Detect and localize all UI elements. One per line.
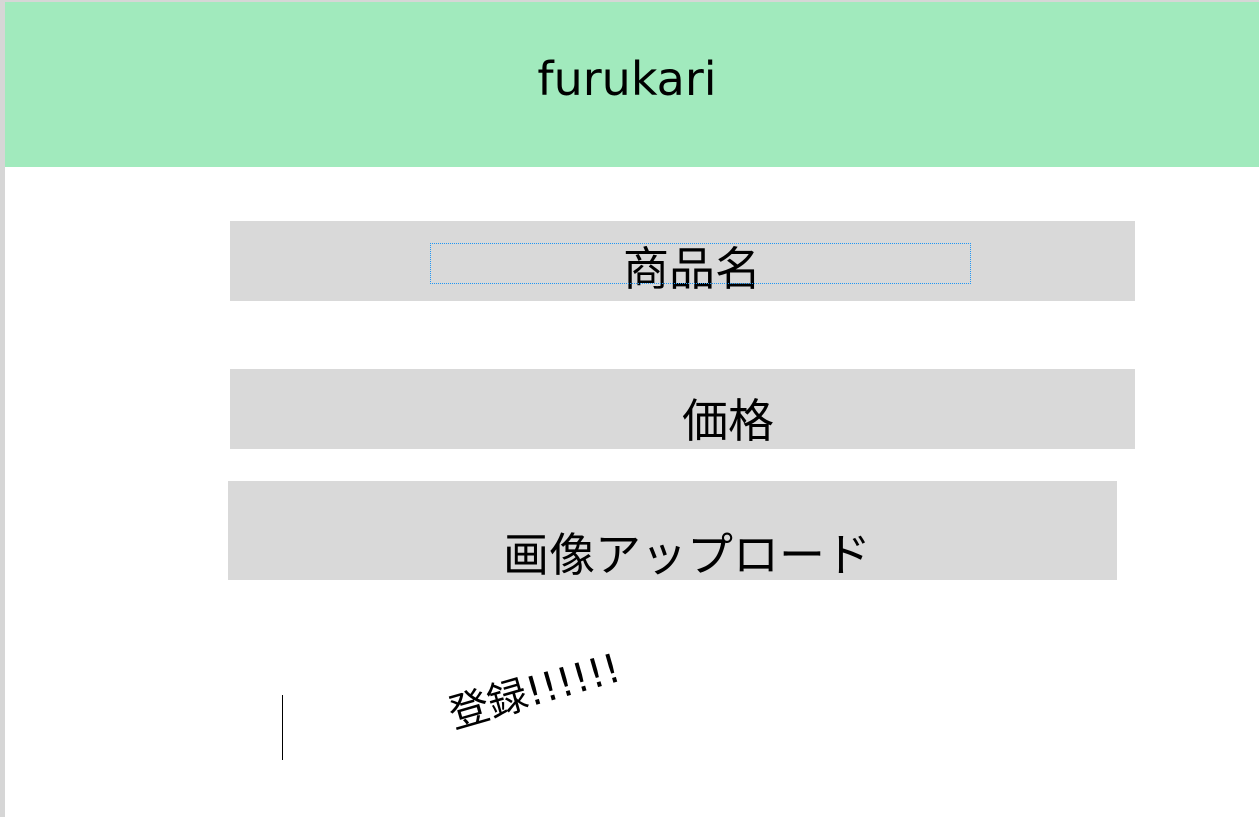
app-title: furukari bbox=[537, 52, 717, 106]
register-button[interactable]: 登録!!!!!! bbox=[441, 636, 626, 740]
header: furukari bbox=[5, 2, 1259, 167]
price-label: 価格 bbox=[682, 394, 774, 448]
text-selection-box bbox=[430, 243, 971, 284]
image-upload-label: 画像アップロード bbox=[503, 528, 871, 582]
text-cursor bbox=[282, 695, 283, 760]
price-field[interactable]: 価格 bbox=[230, 369, 1135, 449]
image-upload-button[interactable]: 画像アップロード bbox=[228, 481, 1117, 582]
canvas: furukari 商品名 価格 画像アップロード 登録!!!!!! bbox=[5, 2, 1259, 817]
